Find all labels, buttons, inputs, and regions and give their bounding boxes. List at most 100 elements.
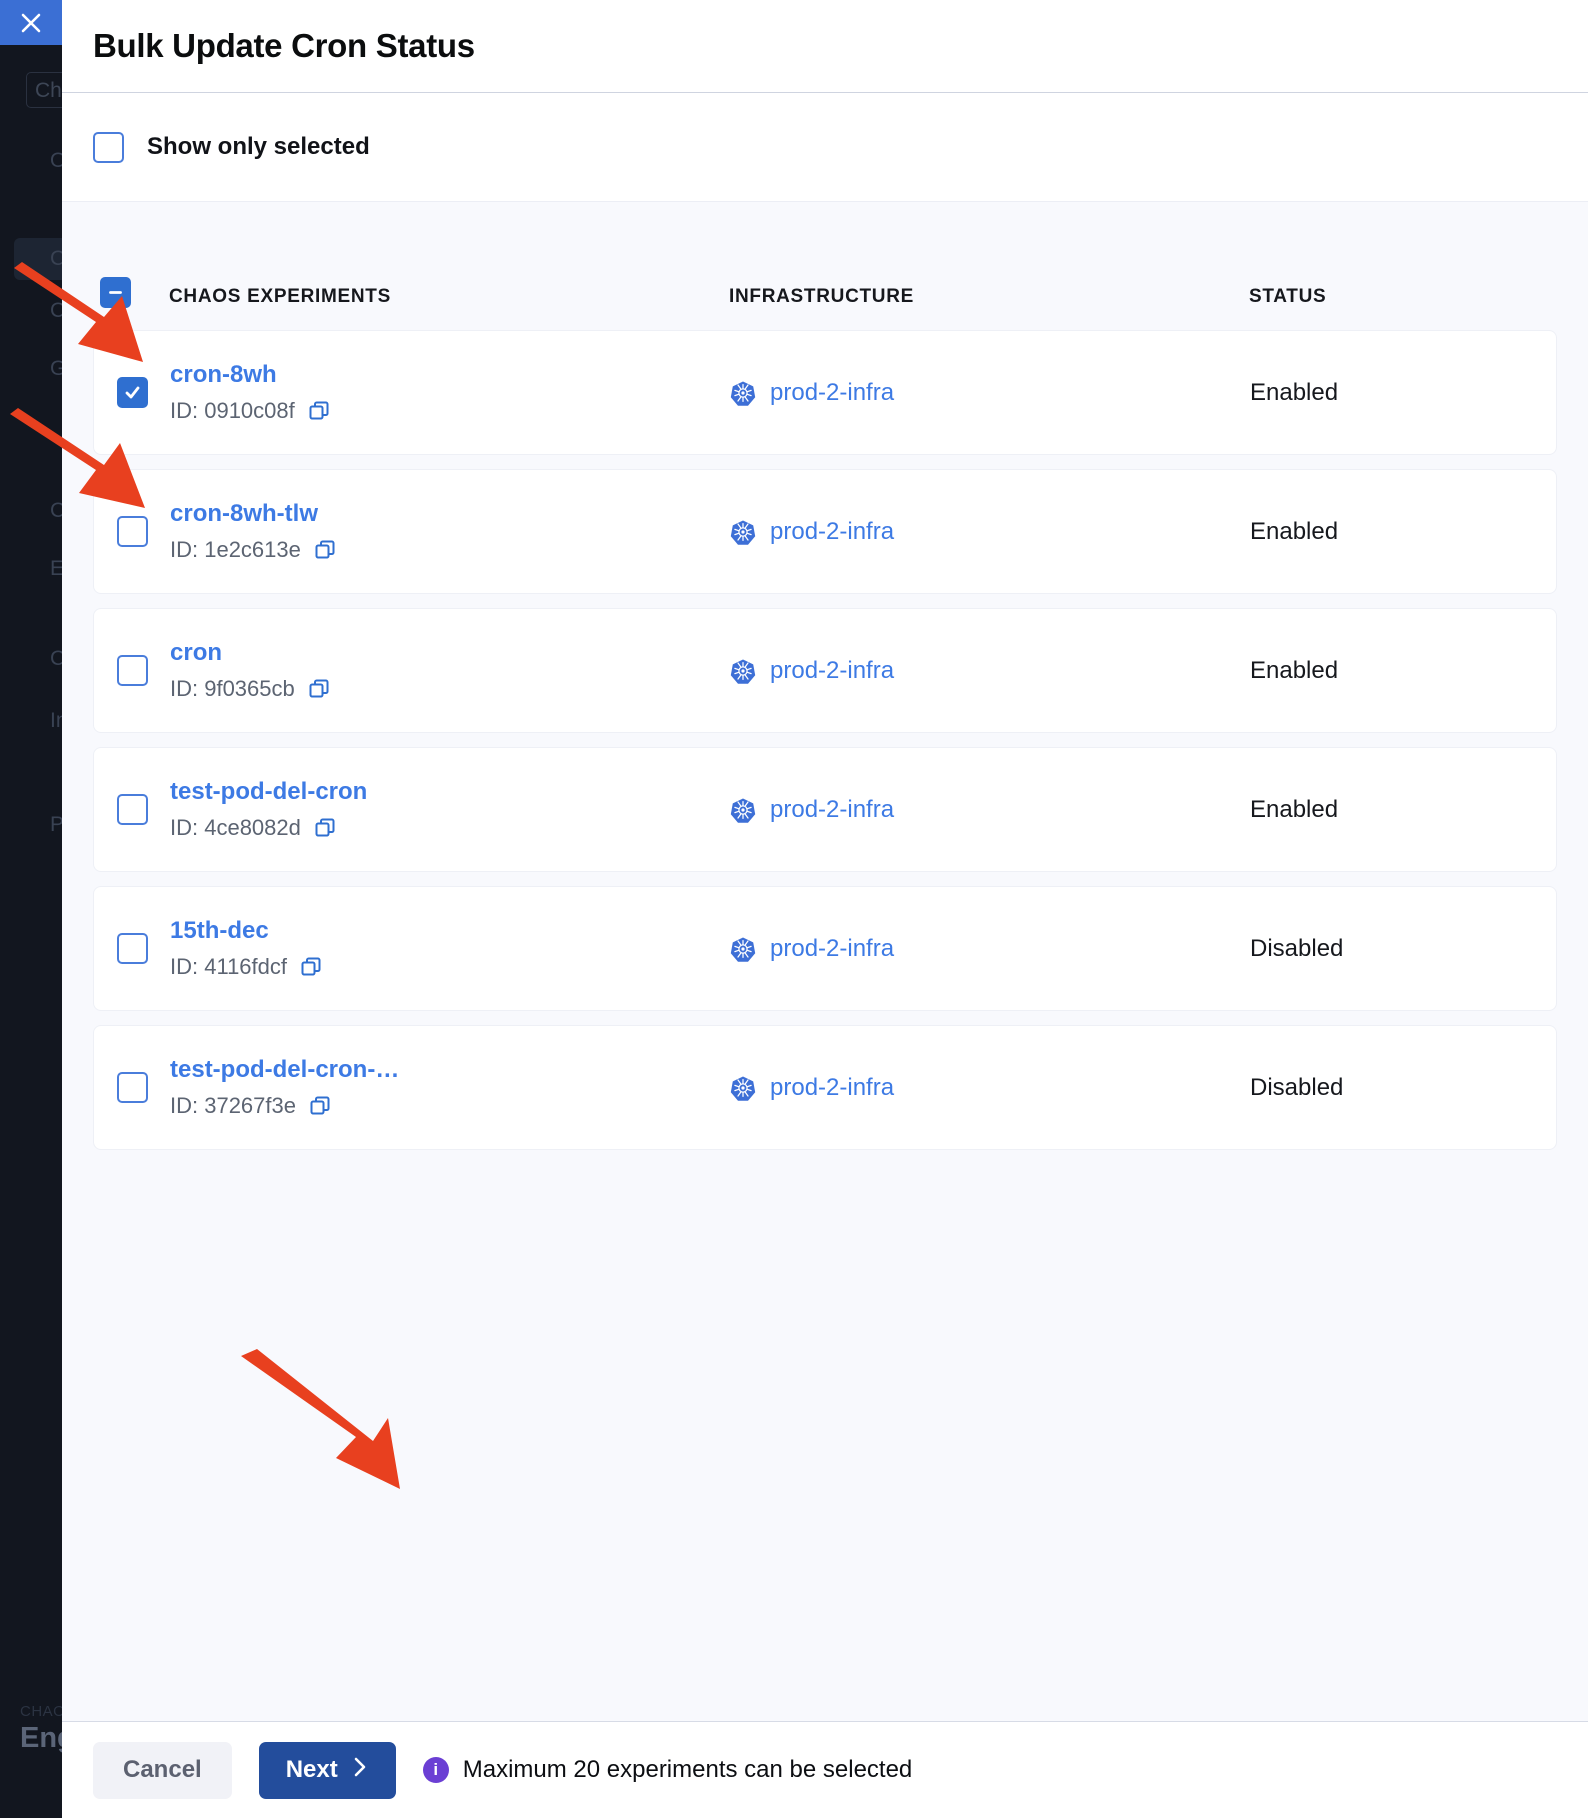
experiments-table: CHAOS EXPERIMENTS INFRASTRUCTURE STATUS … [62,201,1588,1721]
copy-icon[interactable] [299,955,323,979]
table-header-row: CHAOS EXPERIMENTS INFRASTRUCTURE STATUS [62,202,1588,330]
experiment-id: ID: 4116fdcf [170,954,730,980]
copy-icon[interactable] [308,1094,332,1118]
close-icon [17,9,45,37]
infrastructure-cell: prod-2-infra [730,935,1250,963]
experiment-id: ID: 0910c08f [170,398,730,424]
status-badge: Enabled [1250,795,1339,823]
experiment-cell: test-pod-del-cron-… ID: 37267f3e [170,1056,730,1119]
infrastructure-cell: prod-2-infra [730,657,1250,685]
table-row[interactable]: cron-8wh-tlw ID: 1e2c613e prod-2-infra Enab… [93,469,1557,594]
copy-icon[interactable] [307,677,331,701]
experiment-cell: cron ID: 9f0365cb [170,639,730,702]
infrastructure-name: prod-2-infra [770,795,895,823]
bulk-update-cron-status-modal: Bulk Update Cron Status Show only select… [62,0,1588,1818]
max-selection-note: i Maximum 20 experiments can be selected [422,1756,913,1784]
row-select-checkbox[interactable] [116,933,148,964]
kubernetes-icon [730,1075,756,1101]
show-only-selected-checkbox[interactable] [93,131,124,163]
column-header-infrastructure: INFRASTRUCTURE [729,286,915,307]
table-row[interactable]: test-pod-del-cron ID: 4ce8082d prod-2-infr… [93,747,1557,872]
experiment-id-text: ID: 9f0365cb [170,675,295,701]
infrastructure-link[interactable]: prod-2-infra [730,796,1250,824]
select-all-cell[interactable] [62,277,169,308]
infrastructure-name: prod-2-infra [770,517,895,545]
next-button[interactable]: Next [258,1741,396,1799]
experiment-id: ID: 4ce8082d [170,815,730,841]
infrastructure-cell: prod-2-infra [730,379,1250,407]
modal-body: Show only selected CHAOS EXPERIMENTS INF… [62,93,1588,1721]
experiment-id: ID: 9f0365cb [170,676,730,702]
experiment-id-text: ID: 37267f3e [170,1092,296,1118]
kubernetes-icon [730,797,756,823]
experiment-name-link[interactable]: 15th-dec [170,917,730,945]
experiment-name-link[interactable]: cron [170,639,730,667]
status-badge: Disabled [1250,934,1344,962]
modal-footer: Cancel Next i Maximum 20 experiments can… [62,1721,1588,1818]
infrastructure-name: prod-2-infra [770,378,895,406]
experiment-cell: cron-8wh-tlw ID: 1e2c613e [170,500,730,563]
experiment-cell: 15th-dec ID: 4116fdcf [170,917,730,980]
row-select-cell[interactable] [94,1072,170,1103]
experiment-name-link[interactable]: cron-8wh-tlw [170,500,730,528]
select-all-checkbox[interactable] [100,277,131,308]
show-only-selected-label: Show only selected [147,133,370,160]
row-select-checkbox[interactable] [116,794,148,825]
row-select-checkbox[interactable] [116,377,148,408]
infrastructure-cell: prod-2-infra [730,796,1250,824]
status-badge: Enabled [1250,656,1339,684]
cancel-button[interactable]: Cancel [93,1741,232,1799]
copy-icon[interactable] [313,816,337,840]
row-select-checkbox[interactable] [116,655,148,686]
row-select-cell[interactable] [94,933,170,964]
next-button-label: Next [285,1756,338,1783]
infrastructure-link[interactable]: prod-2-infra [730,518,1250,546]
row-select-cell[interactable] [94,794,170,825]
modal-header: Bulk Update Cron Status [62,0,1588,93]
experiment-cell: test-pod-del-cron ID: 4ce8082d [170,778,730,841]
show-only-selected-row[interactable]: Show only selected [62,93,1588,201]
infrastructure-link[interactable]: prod-2-infra [730,657,1250,685]
infrastructure-cell: prod-2-infra [730,518,1250,546]
row-select-cell[interactable] [94,377,170,408]
table-row[interactable]: 15th-dec ID: 4116fdcf prod-2-infra Disabled [93,886,1557,1011]
copy-icon[interactable] [307,399,331,423]
kubernetes-icon [730,519,756,545]
table-body: cron-8wh ID: 0910c08f prod-2-infra Enabled c… [62,330,1588,1150]
page-title: Bulk Update Cron Status [93,27,475,64]
row-select-cell[interactable] [94,655,170,686]
infrastructure-name: prod-2-infra [770,1073,895,1101]
infrastructure-name: prod-2-infra [770,934,895,962]
column-header-status: STATUS [1249,286,1327,307]
table-row[interactable]: cron-8wh ID: 0910c08f prod-2-infra Enabled [93,330,1557,455]
experiment-id: ID: 1e2c613e [170,537,730,563]
table-row[interactable]: cron ID: 9f0365cb prod-2-infra Enabled [93,608,1557,733]
close-modal-button[interactable] [0,0,62,45]
experiment-id-text: ID: 0910c08f [170,397,295,423]
table-row[interactable]: test-pod-del-cron-… ID: 37267f3e prod-2-in… [93,1025,1557,1150]
infrastructure-link[interactable]: prod-2-infra [730,379,1250,407]
status-badge: Enabled [1250,517,1339,545]
experiment-name-link[interactable]: cron-8wh [170,361,730,389]
row-select-checkbox[interactable] [116,516,148,547]
copy-icon[interactable] [313,538,337,562]
kubernetes-icon [730,380,756,406]
row-select-checkbox[interactable] [116,1072,148,1103]
experiment-name-link[interactable]: test-pod-del-cron-… [170,1056,730,1084]
experiment-id-text: ID: 4ce8082d [170,814,301,840]
experiment-id: ID: 37267f3e [170,1093,730,1119]
experiment-name-link[interactable]: test-pod-del-cron [170,778,730,806]
infrastructure-name: prod-2-infra [770,656,895,684]
infrastructure-cell: prod-2-infra [730,1074,1250,1102]
column-header-chaos-experiments: CHAOS EXPERIMENTS [169,286,391,307]
row-select-cell[interactable] [94,516,170,547]
kubernetes-icon [730,936,756,962]
max-selection-note-text: Maximum 20 experiments can be selected [462,1756,913,1783]
kubernetes-icon [730,658,756,684]
status-badge: Disabled [1250,1073,1344,1101]
infrastructure-link[interactable]: prod-2-infra [730,1074,1250,1102]
experiment-id-text: ID: 1e2c613e [170,536,301,562]
experiment-id-text: ID: 4116fdcf [170,953,287,979]
status-badge: Enabled [1250,378,1339,406]
infrastructure-link[interactable]: prod-2-infra [730,935,1250,963]
